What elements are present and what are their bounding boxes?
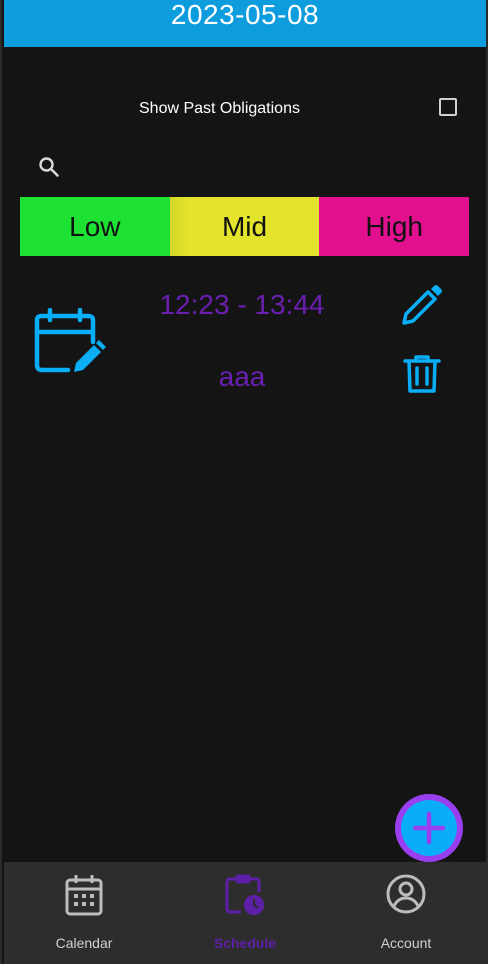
add-obligation-button[interactable] bbox=[395, 794, 463, 862]
show-past-row: Show Past Obligations bbox=[2, 96, 488, 124]
pencil-icon[interactable] bbox=[401, 284, 443, 326]
nav-label-schedule: Schedule bbox=[213, 935, 277, 951]
page-title: 2023-05-08 bbox=[170, 0, 320, 30]
app-frame: 2023-05-08 Show Past Obligations Low Mid… bbox=[0, 0, 488, 964]
calendar-edit-icon bbox=[34, 308, 106, 373]
plus-icon bbox=[412, 811, 446, 845]
trash-icon[interactable] bbox=[403, 354, 441, 394]
account-icon bbox=[386, 874, 426, 914]
bottom-nav: Calendar Schedule Account bbox=[4, 862, 488, 964]
nav-label-calendar: Calendar bbox=[55, 935, 113, 951]
obligation-title: aaa bbox=[218, 361, 266, 392]
obligation-item[interactable]: 12:23 - 13:44 aaa bbox=[2, 280, 488, 410]
nav-label-account: Account bbox=[380, 935, 432, 951]
nav-calendar[interactable]: Calendar bbox=[4, 862, 164, 964]
obligation-time: 12:23 - 13:44 bbox=[159, 289, 325, 320]
nav-account[interactable]: Account bbox=[326, 862, 486, 964]
schedule-icon bbox=[225, 874, 264, 915]
priority-low-button[interactable]: Low bbox=[20, 197, 170, 256]
show-past-checkbox[interactable] bbox=[439, 98, 457, 116]
priority-high-button[interactable]: High bbox=[319, 197, 470, 256]
calendar-icon bbox=[65, 875, 103, 916]
priority-mid-button[interactable]: Mid bbox=[169, 197, 320, 256]
show-past-label: Show Past Obligations bbox=[139, 100, 300, 117]
fab-inner bbox=[401, 800, 457, 856]
search-icon[interactable] bbox=[37, 155, 61, 179]
header-bar: 2023-05-08 bbox=[4, 0, 486, 47]
priority-filter: Low Mid High bbox=[20, 197, 470, 256]
nav-schedule[interactable]: Schedule bbox=[165, 862, 325, 964]
